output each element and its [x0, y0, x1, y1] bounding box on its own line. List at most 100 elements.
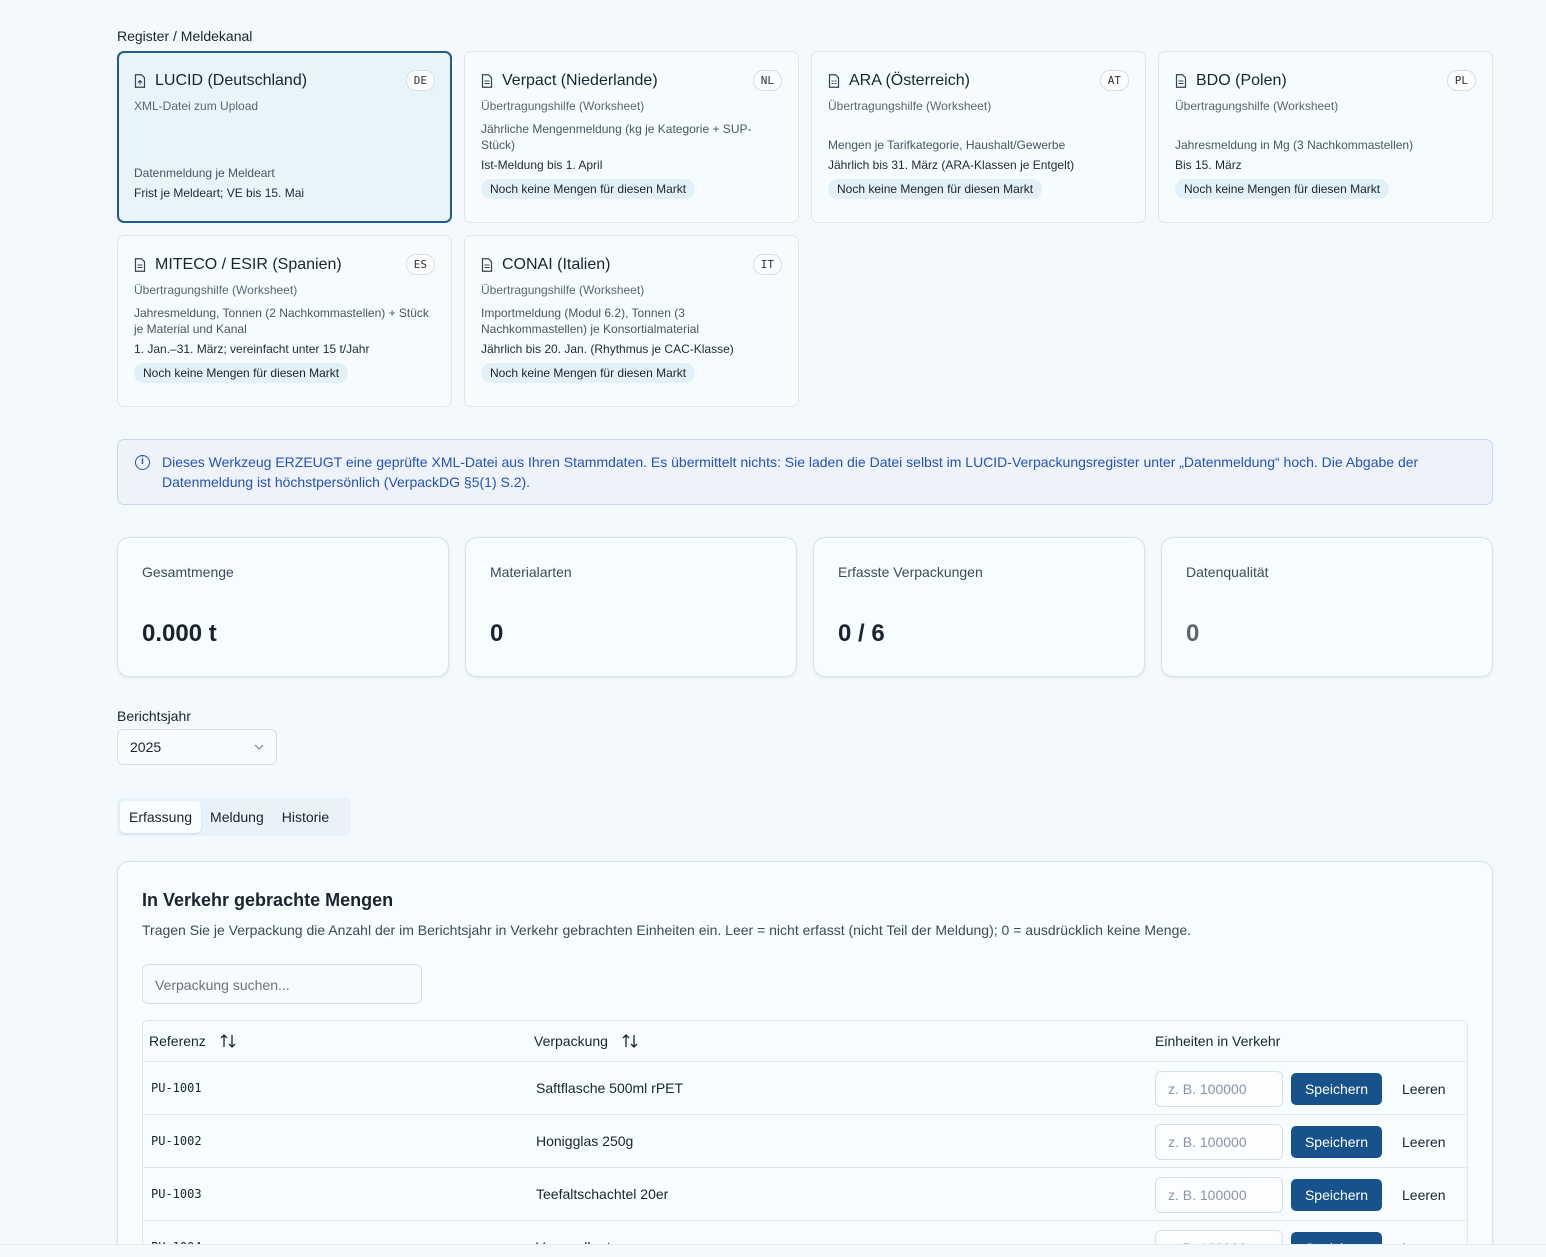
stat-value: 0 / 6: [838, 620, 885, 647]
tab-historie[interactable]: Historie: [273, 801, 338, 833]
document-icon: [1175, 74, 1187, 88]
column-header-units: Einheiten in Verkehr: [1155, 1033, 1281, 1049]
register-deadline: Frist je Meldeart; VE bis 15. Mai: [134, 186, 305, 200]
register-code-badge: NL: [752, 70, 782, 91]
row-name: Honigglas 250g: [536, 1133, 634, 1149]
quantity-input[interactable]: z. B. 100000: [1155, 1071, 1283, 1107]
stat-value: 0.000 t: [142, 620, 217, 647]
packaging-table: Referenz Verpackung Einheiten in Verkehr…: [142, 1020, 1468, 1257]
register-subtitle: Übertragungshilfe (Worksheet): [1175, 99, 1339, 113]
register-status-badge: Noch keine Mengen für diesen Markt: [481, 179, 696, 199]
quantities-panel: In Verkehr gebrachte Mengen Tragen Sie j…: [117, 861, 1493, 1257]
register-subtitle: Übertragungshilfe (Worksheet): [481, 99, 645, 113]
register-deadline: Jährlich bis 20. Jan. (Rhythmus je CAC-K…: [481, 342, 734, 356]
register-code-badge: AT: [1099, 70, 1129, 91]
table-row: PU-1002 Honigglas 250g z. B. 100000 Spei…: [143, 1115, 1467, 1168]
register-card-miteco[interactable]: MITECO / ESIR (Spanien) ES Übertragungsh…: [117, 235, 452, 407]
column-header-name[interactable]: Verpackung: [534, 1021, 638, 1062]
year-select-value: 2025: [130, 739, 162, 755]
register-description: Jahresmeldung in Mg (3 Nachkommastellen): [1175, 138, 1414, 152]
register-status-badge: Noch keine Mengen für diesen Markt: [1175, 179, 1390, 199]
document-icon: [481, 258, 493, 272]
register-status-badge: Noch keine Mengen für diesen Markt: [828, 179, 1043, 199]
clear-button[interactable]: Leeren: [1402, 1073, 1446, 1105]
stat-card-quality: Datenqualität 0: [1161, 537, 1493, 677]
register-status-badge: Noch keine Mengen für diesen Markt: [134, 363, 349, 383]
quantity-input[interactable]: z. B. 100000: [1155, 1124, 1283, 1160]
register-subtitle: XML-Datei zum Upload: [134, 99, 259, 113]
save-button[interactable]: Speichern: [1291, 1073, 1382, 1105]
column-header-label: Referenz: [149, 1033, 206, 1049]
register-code-badge: ES: [405, 254, 435, 275]
register-title: Verpact (Niederlande): [502, 72, 658, 89]
register-description: Datenmeldung je Meldeart: [134, 166, 275, 180]
search-input[interactable]: Verpackung suchen...: [142, 964, 422, 1004]
register-card-ara[interactable]: ARA (Österreich) AT Übertragungshilfe (W…: [811, 51, 1146, 223]
register-title: ARA (Österreich): [849, 72, 970, 89]
document-icon: [134, 258, 146, 272]
stat-label: Erfasste Verpackungen: [838, 564, 983, 580]
register-status-badge: Noch keine Mengen für diesen Markt: [481, 363, 696, 383]
column-header-ref[interactable]: Referenz: [149, 1021, 236, 1062]
save-button[interactable]: Speichern: [1291, 1179, 1382, 1211]
stat-card-total: Gesamtmenge 0.000 t: [117, 537, 449, 677]
quantity-input[interactable]: z. B. 100000: [1155, 1177, 1283, 1213]
save-button[interactable]: Speichern: [1291, 1126, 1382, 1158]
info-icon: i: [135, 455, 150, 470]
stat-label: Materialarten: [490, 564, 572, 580]
register-subtitle: Übertragungshilfe (Worksheet): [828, 99, 992, 113]
chevron-down-icon: [254, 744, 264, 750]
sort-icon: [220, 1034, 236, 1048]
register-subtitle: Übertragungshilfe (Worksheet): [481, 283, 645, 297]
spreadsheet-icon: [828, 74, 840, 88]
tab-meldung[interactable]: Meldung: [201, 801, 273, 833]
clear-button[interactable]: Leeren: [1402, 1179, 1446, 1211]
register-description: Mengen je Tarifkategorie, Haushalt/Gewer…: [828, 138, 1066, 152]
tab-erfassung[interactable]: Erfassung: [120, 801, 202, 833]
stat-value: 0: [1186, 620, 1200, 647]
document-icon: [481, 74, 493, 88]
register-code-badge: IT: [752, 254, 782, 275]
stat-value: 0: [490, 620, 504, 647]
stat-card-materials: Materialarten 0: [465, 537, 797, 677]
register-deadline: Jährlich bis 31. März (ARA-Klassen je En…: [828, 158, 1075, 172]
register-description: Importmeldung (Modul 6.2), Tonnen (3 Nac…: [481, 306, 700, 336]
register-deadline: Bis 15. März: [1175, 158, 1242, 172]
register-card-conai[interactable]: CONAI (Italien) IT Übertragungshilfe (Wo…: [464, 235, 799, 407]
register-deadline: Ist-Meldung bis 1. April: [481, 158, 603, 172]
stat-label: Gesamtmenge: [142, 564, 234, 580]
register-section-label: Register / Meldekanal: [117, 28, 253, 44]
year-select[interactable]: 2025: [117, 729, 277, 765]
row-name: Saftflasche 500ml rPET: [536, 1080, 684, 1096]
info-alert: i Dieses Werkzeug ERZEUGT eine geprüfte …: [117, 439, 1493, 505]
register-card-lucid[interactable]: LUCID (Deutschland) DE XML-Datei zum Upl…: [117, 51, 452, 223]
document-upload-icon: [134, 74, 146, 88]
year-label: Berichtsjahr: [117, 708, 191, 724]
register-code-badge: PL: [1446, 70, 1476, 91]
row-ref: PU-1001: [151, 1081, 202, 1095]
panel-description: Tragen Sie je Verpackung die Anzahl der …: [142, 922, 1192, 938]
viewport-bottom-edge: [0, 1244, 1546, 1257]
register-card-verpact[interactable]: Verpact (Niederlande) NL Übertragungshil…: [464, 51, 799, 223]
table-row: PU-1003 Teefaltschachtel 20er z. B. 1000…: [143, 1168, 1467, 1221]
row-ref: PU-1002: [151, 1134, 202, 1148]
row-ref: PU-1003: [151, 1187, 202, 1201]
register-card-bdo[interactable]: BDO (Polen) PL Übertragungshilfe (Worksh…: [1158, 51, 1493, 223]
column-header-label: Verpackung: [534, 1033, 608, 1049]
sort-icon: [622, 1034, 638, 1048]
register-title: CONAI (Italien): [502, 256, 611, 273]
clear-button[interactable]: Leeren: [1402, 1126, 1446, 1158]
stat-label: Datenqualität: [1186, 564, 1269, 580]
register-code-badge: DE: [405, 70, 435, 91]
panel-title: In Verkehr gebrachte Mengen: [142, 890, 394, 910]
register-deadline: 1. Jan.–31. März; vereinfacht unter 15 t…: [134, 342, 370, 356]
row-name: Teefaltschachtel 20er: [536, 1186, 669, 1202]
table-row: PU-1001 Saftflasche 500ml rPET z. B. 100…: [143, 1062, 1467, 1115]
table-header: Referenz Verpackung Einheiten in Verkehr: [143, 1021, 1467, 1062]
register-title: LUCID (Deutschland): [155, 72, 308, 89]
register-title: MITECO / ESIR (Spanien): [155, 256, 342, 273]
tab-list: Erfassung Meldung Historie: [117, 798, 351, 836]
register-description: Jährliche Mengenmeldung (kg je Kategorie…: [481, 122, 752, 152]
register-subtitle: Übertragungshilfe (Worksheet): [134, 283, 298, 297]
stat-card-captured: Erfasste Verpackungen 0 / 6: [813, 537, 1145, 677]
